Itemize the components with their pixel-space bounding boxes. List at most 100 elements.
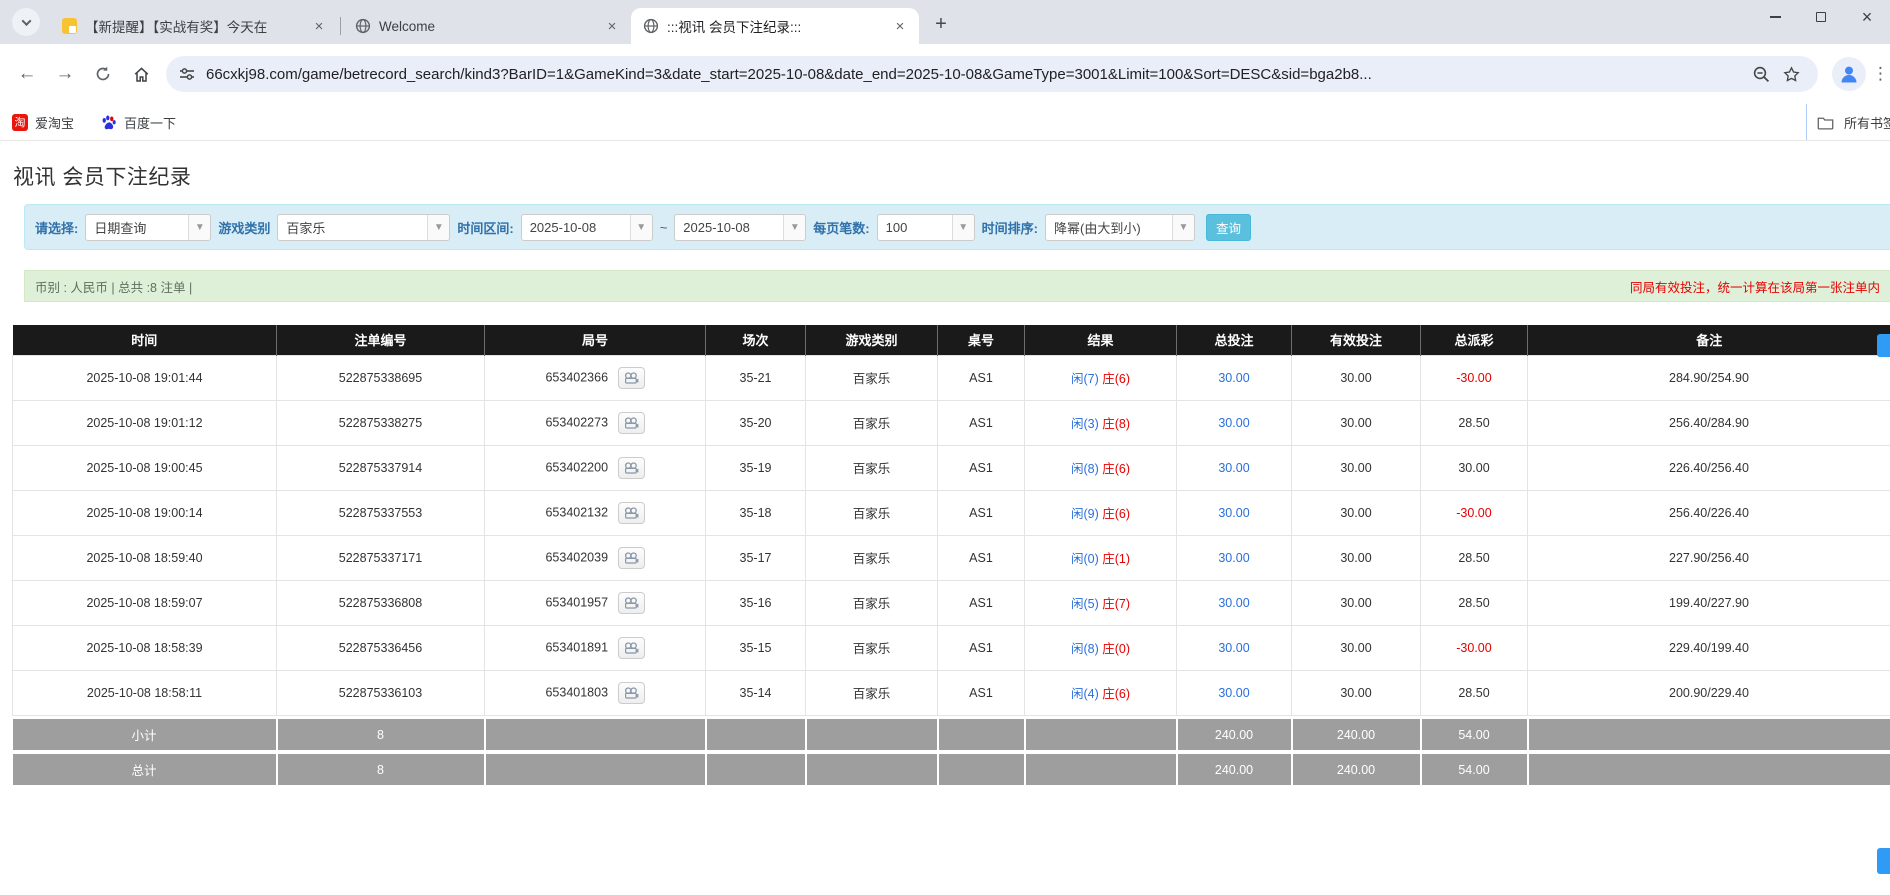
address-bar[interactable]: 66cxkj98.com/game/betrecord_search/kind3… xyxy=(166,56,1818,92)
cell-result: 闲(5) 庄(7) xyxy=(1025,580,1177,625)
browser-menu-button[interactable]: ⋮ xyxy=(1872,64,1880,84)
dropdown-arrow-icon[interactable]: ▼ xyxy=(952,215,974,240)
tab-close-icon[interactable]: × xyxy=(891,17,909,35)
dropdown-arrow-icon[interactable]: ▼ xyxy=(783,215,805,240)
video-replay-button[interactable] xyxy=(618,457,645,479)
cell-result: 闲(9) 庄(6) xyxy=(1025,490,1177,535)
cell-session: 35-16 xyxy=(706,580,806,625)
forward-button[interactable]: → xyxy=(46,55,84,93)
page-title: 视讯 会员下注纪录 xyxy=(0,141,1890,191)
video-replay-button[interactable] xyxy=(618,412,645,434)
dropdown-arrow-icon[interactable]: ▼ xyxy=(1172,215,1194,240)
video-replay-button[interactable] xyxy=(618,682,645,704)
query-type-select[interactable]: 日期查询 ▼ xyxy=(85,214,211,241)
foot-payout: 54.00 xyxy=(1421,754,1528,785)
cell-round-id: 653402273 xyxy=(485,400,706,445)
tab-bet-record[interactable]: :::视讯 会员下注纪录::: × xyxy=(631,8,919,44)
cell-result: 闲(3) 庄(8) xyxy=(1025,400,1177,445)
cell-bet-id: 522875338695 xyxy=(277,355,485,400)
cell-total-bet[interactable]: 30.00 xyxy=(1177,535,1292,580)
cell-payout: -30.00 xyxy=(1421,625,1528,670)
person-icon xyxy=(1837,62,1861,86)
summary-bar: 币别 : 人民币 | 总共 :8 注单 | 同局有效投注，统一计算在该局第一张注… xyxy=(24,270,1890,302)
minimize-button[interactable] xyxy=(1752,0,1798,34)
cell-total-bet[interactable]: 30.00 xyxy=(1177,445,1292,490)
video-replay-button[interactable] xyxy=(618,592,645,614)
table-row: 2025-10-08 18:58:39 522875336456 6534018… xyxy=(13,625,1890,670)
tab-title: Welcome xyxy=(379,19,595,34)
dropdown-arrow-icon[interactable]: ▼ xyxy=(630,215,652,240)
cell-total-bet[interactable]: 30.00 xyxy=(1177,400,1292,445)
all-bookmarks[interactable]: 所有书签 xyxy=(1806,104,1890,140)
cell-remark: 256.40/284.90 xyxy=(1528,400,1890,445)
dropdown-arrow-icon[interactable]: ▼ xyxy=(188,215,210,240)
tab-welcome[interactable]: Welcome × xyxy=(343,8,631,44)
cell-remark: 256.40/226.40 xyxy=(1528,490,1890,535)
foot-total-bet: 240.00 xyxy=(1177,754,1292,785)
game-type-select[interactable]: 百家乐 ▼ xyxy=(277,214,450,241)
cell-total-bet[interactable]: 30.00 xyxy=(1177,580,1292,625)
cell-time: 2025-10-08 18:58:39 xyxy=(13,625,277,670)
tab-close-icon[interactable]: × xyxy=(310,17,328,35)
per-page-value: 100 xyxy=(878,220,952,235)
tab-search-button[interactable] xyxy=(12,8,40,36)
date-end-select[interactable]: 2025-10-08 ▼ xyxy=(674,214,806,241)
bookmark-taobao[interactable]: 淘 爱淘宝 xyxy=(12,113,74,132)
video-icon xyxy=(624,417,639,429)
cell-table-id: AS1 xyxy=(938,670,1025,715)
cell-payout: 28.50 xyxy=(1421,580,1528,625)
table-row: 2025-10-08 18:58:11 522875336103 6534018… xyxy=(13,670,1890,715)
cell-bet-id: 522875336808 xyxy=(277,580,485,625)
column-header: 局号 xyxy=(485,325,706,355)
game-type-label: 游戏类别 xyxy=(218,218,270,237)
sort-label: 时间排序: xyxy=(982,218,1038,237)
tab-close-icon[interactable]: × xyxy=(603,17,621,35)
column-header: 时间 xyxy=(13,325,277,355)
reload-icon xyxy=(94,65,112,83)
video-replay-button[interactable] xyxy=(618,547,645,569)
cell-time: 2025-10-08 18:58:11 xyxy=(13,670,277,715)
back-button[interactable]: ← xyxy=(8,55,46,93)
cell-payout: 28.50 xyxy=(1421,535,1528,580)
table-row: 2025-10-08 19:01:12 522875338275 6534022… xyxy=(13,400,1890,445)
scroll-edge-button[interactable] xyxy=(1877,848,1890,874)
cell-valid-bet: 30.00 xyxy=(1292,535,1421,580)
per-page-select[interactable]: 100 ▼ xyxy=(877,214,975,241)
maximize-button[interactable] xyxy=(1798,0,1844,34)
cell-total-bet[interactable]: 30.00 xyxy=(1177,490,1292,535)
video-replay-button[interactable] xyxy=(618,502,645,524)
bookmark-baidu[interactable]: 百度一下 xyxy=(100,113,176,132)
tab-divider xyxy=(340,17,341,35)
tab-forum[interactable]: 【新提醒】【实战有奖】今天在 × xyxy=(50,8,338,44)
scroll-edge-button[interactable] xyxy=(1877,334,1890,357)
url-text[interactable]: 66cxkj98.com/game/betrecord_search/kind3… xyxy=(206,66,1746,83)
sort-select[interactable]: 降幂(由大到小) ▼ xyxy=(1045,214,1195,241)
search-button[interactable]: 查询 xyxy=(1206,214,1251,241)
home-button[interactable] xyxy=(122,55,160,93)
site-settings-icon[interactable] xyxy=(178,65,196,83)
zoom-out-button[interactable] xyxy=(1746,59,1776,89)
close-button[interactable]: × xyxy=(1844,0,1890,34)
cell-result: 闲(0) 庄(1) xyxy=(1025,535,1177,580)
cell-time: 2025-10-08 19:00:45 xyxy=(13,445,277,490)
reload-button[interactable] xyxy=(84,55,122,93)
cell-round-id: 653402132 xyxy=(485,490,706,535)
new-tab-button[interactable]: + xyxy=(927,10,955,38)
date-start-select[interactable]: 2025-10-08 ▼ xyxy=(521,214,653,241)
dropdown-arrow-icon[interactable]: ▼ xyxy=(427,215,449,240)
cell-total-bet[interactable]: 30.00 xyxy=(1177,625,1292,670)
cell-time: 2025-10-08 18:59:40 xyxy=(13,535,277,580)
cell-remark: 226.40/256.40 xyxy=(1528,445,1890,490)
taobao-icon: 淘 xyxy=(12,114,28,131)
cell-time: 2025-10-08 19:01:44 xyxy=(13,355,277,400)
column-header: 结果 xyxy=(1025,325,1177,355)
cell-total-bet[interactable]: 30.00 xyxy=(1177,355,1292,400)
chevron-down-icon xyxy=(21,16,31,26)
bookmark-star-button[interactable] xyxy=(1776,59,1806,89)
cell-total-bet[interactable]: 30.00 xyxy=(1177,670,1292,715)
column-header: 游戏类别 xyxy=(806,325,938,355)
video-replay-button[interactable] xyxy=(618,637,645,659)
video-replay-button[interactable] xyxy=(618,367,645,389)
profile-avatar[interactable] xyxy=(1832,57,1866,91)
cell-payout: 28.50 xyxy=(1421,400,1528,445)
